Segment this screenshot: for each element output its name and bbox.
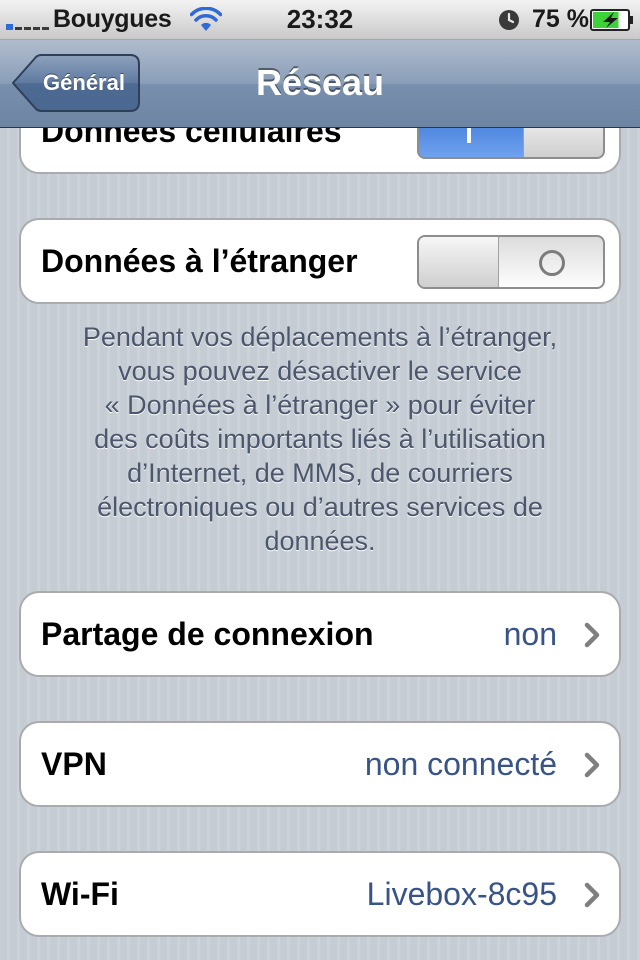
- toggle-knob: [523, 128, 603, 157]
- alarm-icon: [499, 10, 519, 30]
- tethering-label: Partage de connexion: [41, 616, 374, 652]
- footer-line: Pendant vos déplacements à l’étranger,: [82, 322, 558, 352]
- footer-line: des coûts importants liés à l’utilisatio…: [94, 424, 546, 454]
- wifi-value: Livebox-8c95: [366, 876, 557, 912]
- settings-list[interactable]: Données cellulaires Données à l’étranger…: [0, 128, 640, 960]
- footer-line: vous pouvez désactiver le service: [118, 356, 522, 386]
- cellular-data-row: Données cellulaires: [19, 128, 621, 174]
- footer-line: « Données à l’étranger » pour éviter: [104, 390, 536, 420]
- cellular-data-toggle[interactable]: [417, 128, 605, 159]
- cellular-data-label: Données cellulaires: [41, 128, 342, 149]
- data-roaming-toggle[interactable]: [417, 235, 605, 289]
- footer-line: d’Internet, de MMS, de courriers: [127, 458, 513, 488]
- footer-line: électroniques ou d’autres services de: [97, 492, 543, 522]
- vpn-label: VPN: [41, 746, 107, 782]
- battery-percentage: 75 %: [532, 5, 589, 33]
- vpn-value: non connecté: [364, 746, 557, 782]
- tethering-row[interactable]: Partage de connexion non: [19, 591, 621, 677]
- data-roaming-row: Données à l’étranger: [19, 218, 621, 304]
- status-bar: Bouygues 23:32 75 %: [0, 0, 640, 40]
- vpn-row[interactable]: VPN non connecté: [19, 721, 621, 807]
- page-title: Réseau: [255, 62, 385, 103]
- wifi-label: Wi-Fi: [41, 876, 119, 912]
- wifi-row[interactable]: Wi-Fi Livebox-8c95: [19, 851, 621, 937]
- data-roaming-footer: Pendant vos déplacements à l’étranger, v…: [40, 320, 600, 558]
- battery-charging-icon: [590, 9, 633, 31]
- tethering-value: non: [503, 616, 557, 652]
- chevron-right-icon: [584, 882, 600, 908]
- chevron-right-icon: [584, 622, 600, 648]
- navigation-bar: Général Réseau: [0, 40, 640, 128]
- toggle-knob: [419, 237, 499, 287]
- toggle-off-mark: [539, 250, 565, 276]
- toggle-on-mark: [467, 128, 471, 143]
- chevron-right-icon: [584, 752, 600, 778]
- footer-line: données.: [264, 526, 376, 556]
- data-roaming-label: Données à l’étranger: [41, 243, 358, 279]
